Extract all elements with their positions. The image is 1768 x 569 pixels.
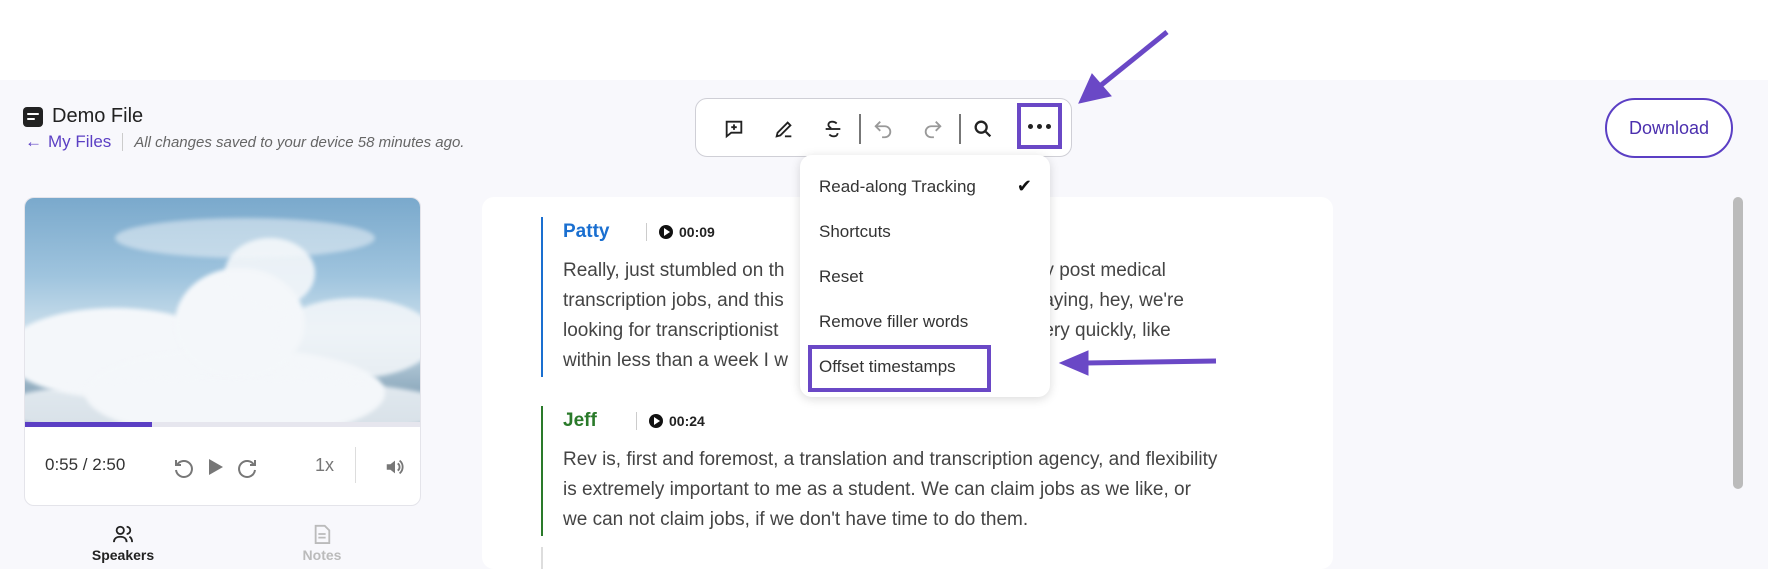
checkmark-icon: ✔ bbox=[1016, 176, 1032, 196]
play-circle-icon bbox=[659, 225, 673, 239]
player-controls: 0:55 / 2:50 1x bbox=[25, 427, 420, 505]
forward-icon bbox=[238, 460, 256, 478]
save-status: All changes saved to your device 58 minu… bbox=[134, 133, 465, 151]
tab-notes-label: Notes bbox=[302, 547, 342, 563]
file-header: Demo File bbox=[23, 105, 143, 128]
tab-notes[interactable]: Notes bbox=[277, 524, 367, 563]
file-subheader: ← My Files All changes saved to your dev… bbox=[25, 132, 464, 152]
arrow-left-icon: ← bbox=[25, 132, 42, 151]
undo-icon bbox=[874, 121, 892, 139]
divider bbox=[122, 133, 124, 151]
edit-button[interactable] bbox=[769, 114, 799, 144]
editor-toolbar bbox=[695, 98, 1072, 157]
timestamp-button[interactable]: 00:24 bbox=[649, 413, 705, 429]
redo-icon bbox=[924, 121, 942, 139]
add-comment-icon bbox=[725, 120, 743, 139]
strikethrough-button[interactable] bbox=[818, 114, 848, 144]
more-options-icon bbox=[1028, 123, 1051, 129]
divider bbox=[636, 412, 637, 430]
tab-speakers[interactable]: Speakers bbox=[78, 524, 168, 563]
undo-button[interactable] bbox=[868, 114, 898, 144]
playback-speed[interactable]: 1x bbox=[315, 455, 334, 476]
play-icon bbox=[209, 459, 223, 475]
highlight-box bbox=[808, 345, 991, 392]
toolbar-divider bbox=[959, 114, 961, 144]
scrollbar[interactable] bbox=[1733, 197, 1743, 489]
notes-icon bbox=[314, 524, 331, 544]
edit-pen-icon bbox=[775, 121, 792, 138]
next-block-border bbox=[541, 547, 543, 569]
rewind-button[interactable] bbox=[170, 454, 196, 480]
back-link-label: My Files bbox=[48, 132, 112, 151]
menu-item-reset[interactable]: Reset bbox=[819, 267, 863, 287]
video-preview[interactable] bbox=[25, 198, 420, 422]
menu-item-remove-filler[interactable]: Remove filler words bbox=[819, 312, 968, 332]
menu-item-shortcuts[interactable]: Shortcuts bbox=[819, 222, 891, 242]
tab-speakers-label: Speakers bbox=[91, 547, 155, 563]
menu-item-read-along[interactable]: Read-along Tracking bbox=[819, 177, 976, 197]
playback-time: 0:55 / 2:50 bbox=[45, 455, 126, 474]
more-options-button[interactable] bbox=[1017, 103, 1062, 149]
toolbar-divider bbox=[859, 114, 861, 144]
document-icon bbox=[23, 106, 43, 127]
play-circle-icon bbox=[649, 414, 663, 428]
speaker-name[interactable]: Jeff bbox=[563, 410, 636, 432]
rewind-icon bbox=[175, 460, 193, 478]
speakers-icon bbox=[113, 525, 133, 543]
media-player: 0:55 / 2:50 1x bbox=[24, 197, 421, 506]
timestamp-button[interactable]: 00:09 bbox=[659, 224, 715, 240]
strikethrough-icon bbox=[825, 120, 841, 138]
volume-icon bbox=[386, 459, 404, 475]
timestamp: 00:24 bbox=[669, 413, 705, 429]
speaker-name[interactable]: Patty bbox=[563, 221, 646, 243]
forward-button[interactable] bbox=[235, 454, 261, 480]
search-button[interactable] bbox=[968, 114, 998, 144]
transcript-text[interactable]: Rev is, first and foremost, a translatio… bbox=[563, 445, 1253, 535]
transcript-block: Jeff 00:24 Rev is, first and foremost, a… bbox=[541, 406, 1253, 536]
volume-button[interactable] bbox=[382, 454, 408, 480]
back-to-files-link[interactable]: ← My Files bbox=[25, 132, 111, 152]
search-icon bbox=[974, 120, 992, 138]
timestamp: 00:09 bbox=[679, 224, 715, 240]
top-blank-band bbox=[0, 0, 1768, 80]
add-comment-button[interactable] bbox=[719, 114, 749, 144]
scrollbar-thumb[interactable] bbox=[1733, 197, 1743, 489]
redo-button[interactable] bbox=[918, 114, 948, 144]
download-button[interactable]: Download bbox=[1605, 98, 1733, 158]
divider bbox=[355, 447, 356, 483]
divider bbox=[646, 223, 647, 241]
file-title: Demo File bbox=[52, 105, 144, 127]
play-button[interactable] bbox=[202, 454, 228, 480]
